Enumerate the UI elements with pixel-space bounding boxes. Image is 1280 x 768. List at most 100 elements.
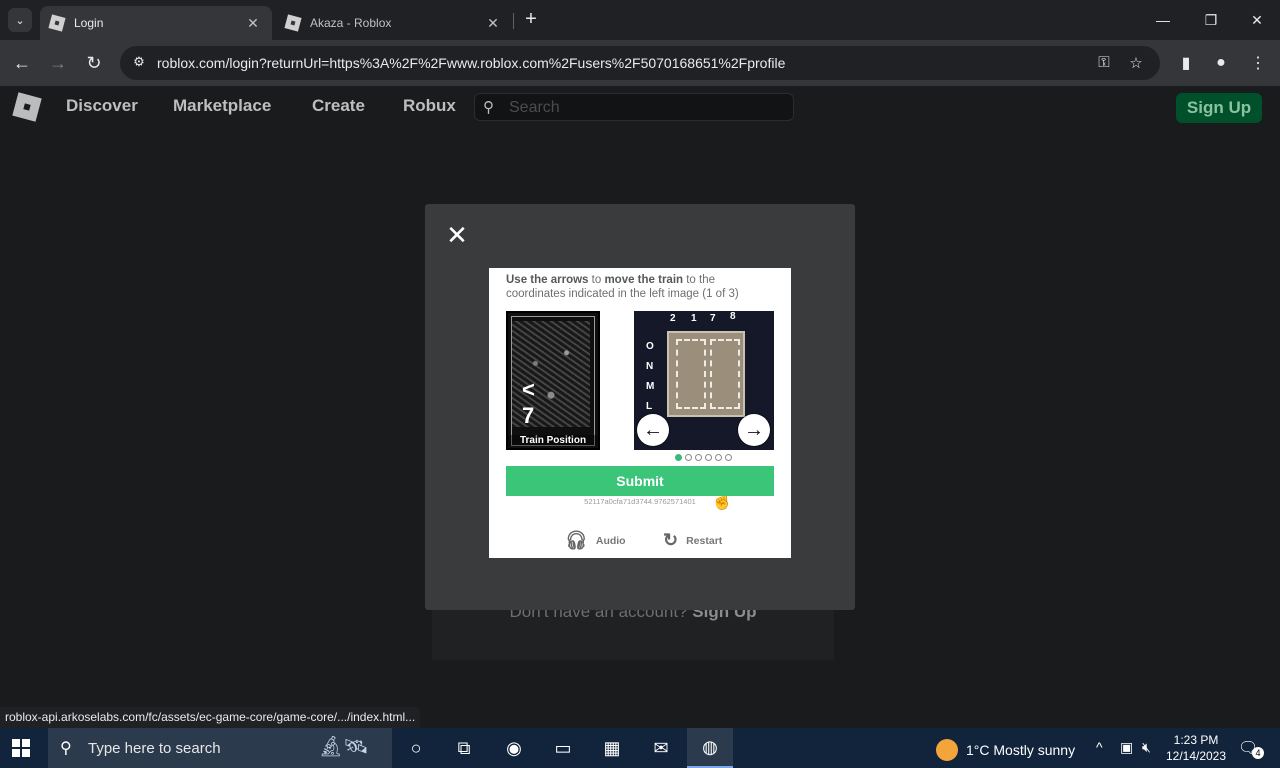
search-placeholder: Search <box>509 99 560 116</box>
train-position-image: < 7 Train Position <box>506 311 600 450</box>
status-url: roblox-api.arkoselabs.com/fc/assets/ec-g… <box>0 707 421 729</box>
task-view-icon[interactable]: ⧉ <box>441 728 487 768</box>
arrow-left-button[interactable]: ← <box>637 414 669 446</box>
restore-icon[interactable]: ❐ <box>1188 0 1234 40</box>
arrow-right-button[interactable]: → <box>738 414 770 446</box>
nav-create[interactable]: Create <box>312 96 365 116</box>
captcha-instructions: Use the arrows to move the train to the … <box>506 273 776 301</box>
taskbar-search-text: Type here to search <box>88 740 221 757</box>
audio-button[interactable]: 🎧︎ Audio <box>565 530 626 551</box>
close-window-icon[interactable]: ✕ <box>1234 0 1280 40</box>
coord-top: 1 <box>691 313 697 324</box>
coord-side: L <box>646 401 653 412</box>
coord-top: 7 <box>710 313 716 324</box>
instr-part: Use the arrows <box>506 274 589 286</box>
tab-login[interactable]: Login ✕ <box>40 6 272 40</box>
coord-side: N <box>646 361 654 372</box>
audio-label: Audio <box>595 534 626 547</box>
page-dot <box>725 454 732 461</box>
side-panel-icon[interactable]: ▮ <box>1175 52 1197 74</box>
new-tab-icon[interactable]: + <box>520 9 542 31</box>
image-glyphs: < 7 <box>522 377 555 428</box>
chrome-icon[interactable]: ◍ <box>687 728 733 768</box>
coord-top: 8 <box>730 311 736 322</box>
clock-time: 1:23 PM <box>1173 733 1219 747</box>
coord-side: M <box>646 381 655 392</box>
captcha-frame: Use the arrows to move the train to the … <box>489 268 791 558</box>
roblox-header: Discover Marketplace Create Robux ⚲ Sear… <box>0 86 1280 128</box>
mail-icon[interactable]: ✉ <box>638 728 684 768</box>
track-loop <box>676 339 706 409</box>
roblox-favicon-icon <box>284 14 302 32</box>
track-loop <box>710 339 740 409</box>
bookmark-star-icon[interactable]: ☆ <box>1126 54 1146 72</box>
instr-part: move the train <box>604 274 684 286</box>
page-dot <box>715 454 722 461</box>
url-path: /login?returnUrl=https%3A%2F%2Fwww.roblo… <box>225 55 786 71</box>
minimize-icon[interactable]: — <box>1140 0 1186 40</box>
windows-start-icon[interactable] <box>12 739 30 757</box>
menu-icon[interactable]: ⋮ <box>1247 52 1269 74</box>
profile-icon[interactable]: ● <box>1210 52 1232 74</box>
weather-text: 1°C Mostly sunny <box>966 742 1076 758</box>
search-icon: ⚲ <box>483 99 494 116</box>
cortana-icon[interactable]: ○ <box>393 728 439 768</box>
close-tab-icon[interactable]: ✕ <box>244 15 262 32</box>
edge-icon[interactable]: ◉ <box>491 728 537 768</box>
submit-button[interactable]: Submit <box>506 466 774 496</box>
weather-widget[interactable]: 1°C Mostly sunny <box>936 739 1075 761</box>
search-icon: ⚲ <box>60 740 72 757</box>
page-dot <box>705 454 712 461</box>
roblox-favicon-icon <box>48 14 66 32</box>
headphones-icon: 🎧︎ <box>565 530 588 550</box>
forward-icon[interactable]: → <box>46 51 70 75</box>
close-tab-icon[interactable]: ✕ <box>484 15 502 32</box>
browser-toolbar: ← → ↻ ⚙ roblox.com/login?returnUrl=https… <box>0 40 1280 86</box>
volume-muted-icon[interactable]: 🔇︎ <box>1142 739 1151 756</box>
meet-now-icon[interactable]: ▣ <box>1120 739 1133 756</box>
coord-side: O <box>646 341 654 352</box>
tray-chevron-icon[interactable]: ^ <box>1096 739 1103 755</box>
restart-icon: ↻ <box>663 530 679 550</box>
restart-button[interactable]: ↻ Restart <box>663 530 722 551</box>
tab-separator <box>513 13 514 29</box>
clock-date: 12/14/2023 <box>1165 749 1227 763</box>
page-dot <box>695 454 702 461</box>
session-id: 52117a0cfa71d3744.9762571401 <box>584 497 696 506</box>
roblox-logo-icon[interactable] <box>12 92 42 122</box>
site-info-icon[interactable]: ⚙ <box>130 54 148 72</box>
password-key-icon[interactable]: ⚿ <box>1094 54 1114 72</box>
train-position-label: Train Position <box>508 435 598 446</box>
page-dot <box>685 454 692 461</box>
store-icon[interactable]: ▦ <box>589 728 635 768</box>
restart-label: Restart <box>686 534 723 547</box>
tab-search-icon[interactable]: ⌄ <box>8 8 32 32</box>
address-bar[interactable]: ⚙ roblox.com/login?returnUrl=https%3A%2F… <box>120 46 1160 80</box>
clock[interactable]: 1:23 PM 12/14/2023 <box>1164 732 1228 764</box>
signup-button[interactable]: Sign Up <box>1176 93 1262 123</box>
search-highlight-icon: 🔬︎🛰︎ <box>318 736 369 758</box>
taskbar-search[interactable]: ⚲ Type here to search 🔬︎🛰︎ <box>48 728 392 768</box>
tab-akaza[interactable]: Akaza - Roblox ✕ <box>276 6 512 40</box>
captcha-modal: ✕ Use the arrows to move the train to th… <box>425 204 855 610</box>
notifications-icon[interactable]: 🗨︎ 4 <box>1238 738 1264 759</box>
reload-icon[interactable]: ↻ <box>82 51 106 75</box>
tab-title: Login <box>74 16 104 30</box>
tab-title: Akaza - Roblox <box>310 16 392 30</box>
back-icon[interactable]: ← <box>10 51 34 75</box>
coord-top: 2 <box>670 313 676 324</box>
url-text[interactable]: roblox.com/login?returnUrl=https%3A%2F%2… <box>157 55 785 71</box>
tab-strip: ⌄ Login ✕ Akaza - Roblox ✕ + — ❐ ✕ <box>0 0 1280 40</box>
taskbar: ⚲ Type here to search 🔬︎🛰︎ ○ ⧉ ◉ ▭ ▦ ✉ ◍… <box>0 728 1280 768</box>
close-icon[interactable]: ✕ <box>445 222 469 248</box>
weather-icon <box>936 739 958 761</box>
url-host: roblox.com <box>157 55 226 71</box>
page-dots <box>675 454 732 461</box>
page-dot <box>675 454 682 461</box>
instr-part: to <box>588 274 605 286</box>
search-input[interactable]: ⚲ Search <box>474 93 794 121</box>
file-explorer-icon[interactable]: ▭ <box>540 728 586 768</box>
nav-marketplace[interactable]: Marketplace <box>173 96 271 116</box>
nav-discover[interactable]: Discover <box>66 96 138 116</box>
nav-robux[interactable]: Robux <box>403 96 456 116</box>
